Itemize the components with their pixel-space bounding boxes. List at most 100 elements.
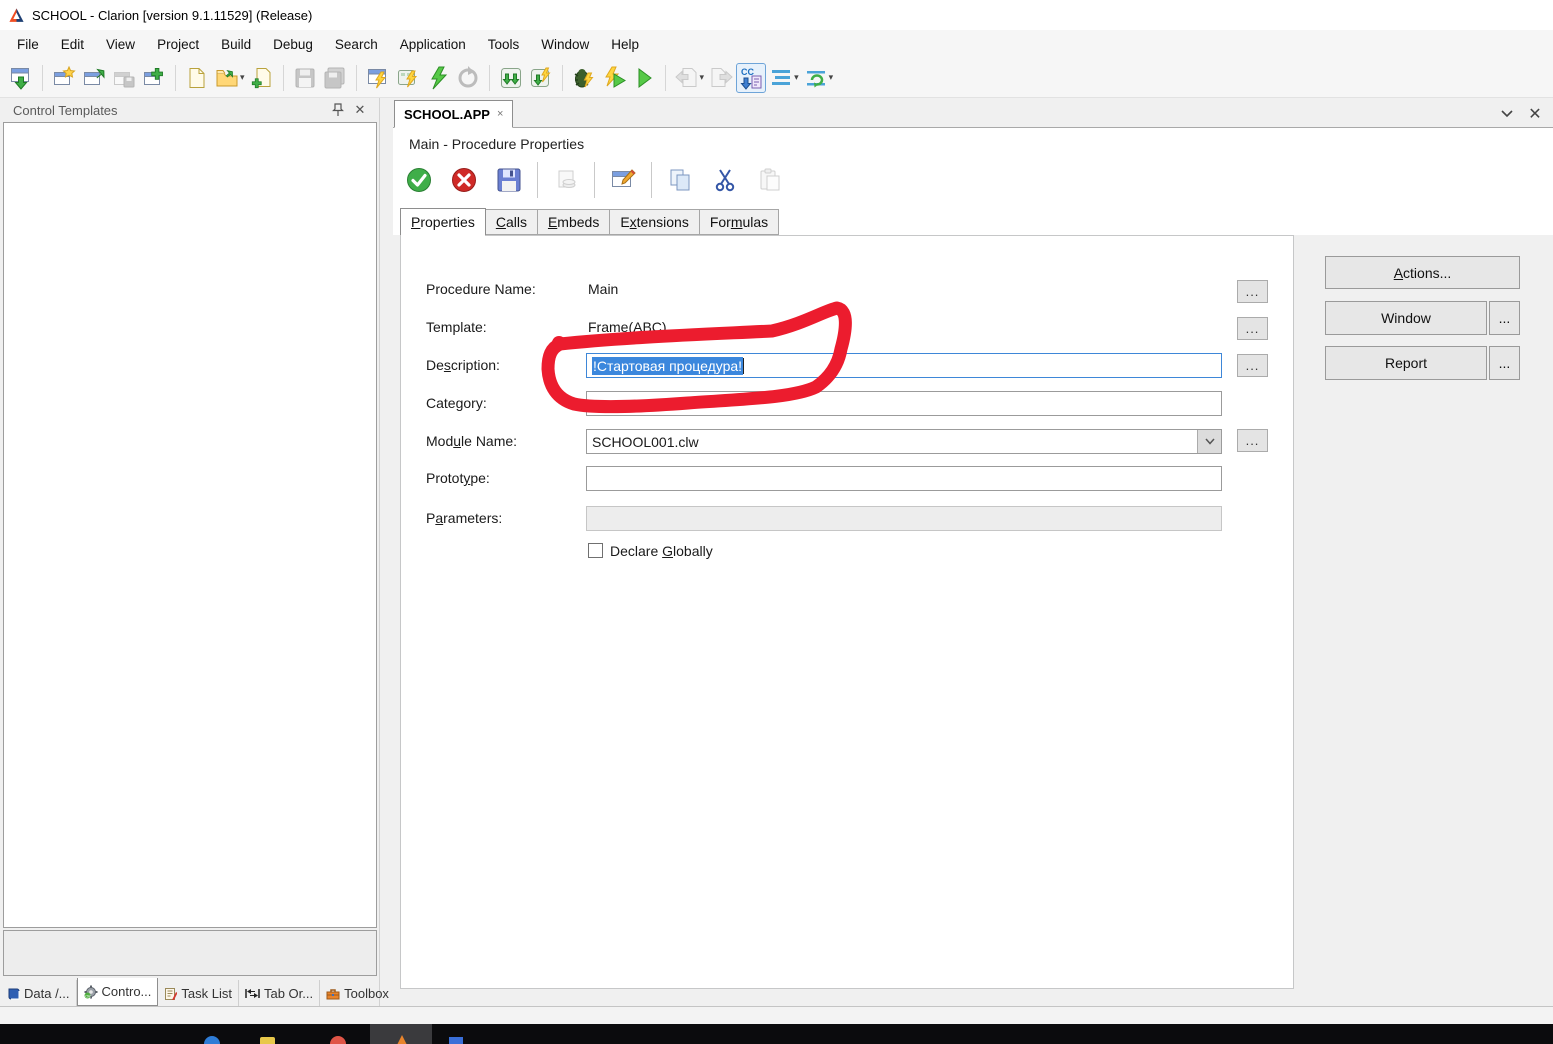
tab-properties[interactable]: Properties [400, 208, 486, 236]
template-more-button[interactable]: ... [1237, 317, 1268, 340]
dock-tab-taborder[interactable]: Tab Or... [239, 980, 320, 1006]
menu-application[interactable]: Application [389, 33, 477, 56]
toolbar-separator [283, 65, 284, 91]
open-file-dropdown-icon[interactable]: ▾ [240, 72, 245, 83]
menu-build[interactable]: Build [210, 33, 262, 56]
dock-tab-toolbox[interactable]: Toolbox [320, 980, 396, 1006]
save-all-icon[interactable] [320, 63, 350, 93]
paste-icon[interactable] [756, 166, 784, 194]
description-more-button[interactable]: ... [1237, 354, 1268, 377]
edit-window-icon[interactable] [609, 166, 637, 194]
module-name-more-button[interactable]: ... [1237, 429, 1268, 452]
generate-all-icon[interactable] [393, 63, 423, 93]
menu-help[interactable]: Help [600, 33, 650, 56]
document-tab-school-app[interactable]: SCHOOL.APP × [394, 100, 513, 128]
code-completion-icon[interactable]: CC [736, 63, 766, 93]
new-application-icon[interactable] [49, 63, 79, 93]
copy-icon[interactable] [666, 166, 694, 194]
toolbar-separator [356, 65, 357, 91]
open-file-icon[interactable] [212, 63, 242, 93]
debug-icon[interactable] [569, 63, 599, 93]
add-procedure-icon[interactable] [139, 63, 169, 93]
template-label: Template: [426, 319, 487, 335]
menu-debug[interactable]: Debug [262, 33, 324, 56]
save-application-icon[interactable] [109, 63, 139, 93]
new-file-icon[interactable] [182, 63, 212, 93]
generate-update-icon[interactable] [526, 63, 556, 93]
prototype-field[interactable] [586, 466, 1222, 491]
window-more-button[interactable]: ... [1489, 301, 1520, 335]
cancel-build-icon[interactable] [453, 63, 483, 93]
menu-project[interactable]: Project [146, 33, 210, 56]
redo-options-dropdown-icon[interactable]: ▾ [829, 72, 834, 83]
cancel-icon[interactable] [450, 166, 478, 194]
tab-extensions[interactable]: Extensions [610, 209, 700, 235]
back-icon[interactable] [672, 63, 702, 93]
tab-calls[interactable]: Calls [486, 209, 538, 235]
dock-tab-controls[interactable]: OK Contro... [77, 978, 159, 1006]
dock-tab-label: Toolbox [344, 986, 389, 1001]
menu-tools[interactable]: Tools [477, 33, 531, 56]
taskbar-app-icon-yellow[interactable] [259, 1033, 277, 1044]
run-icon[interactable] [629, 63, 659, 93]
taskbar-app-icon-blue[interactable] [203, 1033, 221, 1044]
title-bar: SCHOOL - Clarion [version 9.1.11529] (Re… [0, 0, 1553, 30]
tab-embeds[interactable]: Embeds [538, 209, 610, 235]
tab-formulas[interactable]: Formulas [700, 209, 779, 235]
copy-procedure-icon[interactable] [552, 166, 580, 194]
menu-view[interactable]: View [95, 33, 146, 56]
ok-icon[interactable] [405, 166, 433, 194]
toolbox-icon [326, 987, 340, 1000]
run-without-debugger-icon[interactable] [599, 63, 629, 93]
cut-icon[interactable] [711, 166, 739, 194]
window-button[interactable]: Window [1325, 301, 1487, 335]
list-options-dropdown-icon[interactable]: ▾ [794, 72, 799, 83]
dock-tab-tasklist[interactable]: Task List [158, 980, 239, 1006]
taskbar-app-icon-clarion[interactable] [394, 1033, 410, 1044]
procedure-name-more-button[interactable]: ... [1237, 280, 1268, 303]
close-document-icon[interactable]: ✕ [1525, 105, 1545, 123]
add-file-icon[interactable] [247, 63, 277, 93]
clarion-logo-icon [8, 7, 25, 24]
report-more-button[interactable]: ... [1489, 346, 1520, 380]
taskbar-app-icon-red[interactable] [329, 1033, 347, 1044]
description-label: Description: [426, 357, 500, 373]
build-icon[interactable] [423, 63, 453, 93]
toolbar-separator [537, 162, 538, 198]
list-options-icon[interactable] [766, 63, 796, 93]
procedure-name-value: Main [588, 281, 618, 297]
description-selected-text: !Стартовая процедура! [592, 357, 743, 375]
update-versions-icon[interactable] [496, 63, 526, 93]
tab-list-chevron-icon[interactable] [1497, 105, 1517, 123]
properties-form: Procedure Name: Main ... Template: Frame… [400, 235, 1294, 989]
dock-tab-label: Contro... [102, 984, 152, 999]
open-application-icon[interactable] [79, 63, 109, 93]
menu-search[interactable]: Search [324, 33, 389, 56]
generate-app-icon[interactable] [6, 63, 36, 93]
dock-tab-data[interactable]: Data /... [1, 980, 77, 1006]
module-name-dropdown-icon[interactable] [1197, 430, 1221, 453]
document-tab-close-icon[interactable]: × [497, 108, 503, 120]
description-field[interactable]: !Стартовая процедура! [586, 353, 1222, 378]
generate-current-icon[interactable] [363, 63, 393, 93]
forward-icon[interactable] [706, 63, 736, 93]
declare-globally-checkbox[interactable] [588, 543, 603, 558]
control-templates-list[interactable] [3, 122, 377, 928]
save-procedure-icon[interactable] [495, 166, 523, 194]
tasklist-icon [164, 987, 177, 1000]
actions-button[interactable]: Actions... [1325, 256, 1520, 289]
taskbar-app-icon-blue2[interactable] [448, 1033, 466, 1044]
module-name-combobox[interactable]: SCHOOL001.clw [586, 429, 1222, 454]
category-label: Category: [426, 395, 487, 411]
toolbar-separator [594, 162, 595, 198]
back-dropdown-icon[interactable]: ▾ [700, 72, 705, 83]
pin-icon[interactable] [327, 101, 349, 119]
redo-options-icon[interactable] [801, 63, 831, 93]
close-panel-icon[interactable]: ✕ [349, 101, 371, 119]
report-button[interactable]: Report [1325, 346, 1487, 380]
menu-edit[interactable]: Edit [50, 33, 95, 56]
menu-file[interactable]: File [6, 33, 50, 56]
save-icon[interactable] [290, 63, 320, 93]
category-field[interactable] [586, 391, 1222, 416]
menu-window[interactable]: Window [530, 33, 600, 56]
